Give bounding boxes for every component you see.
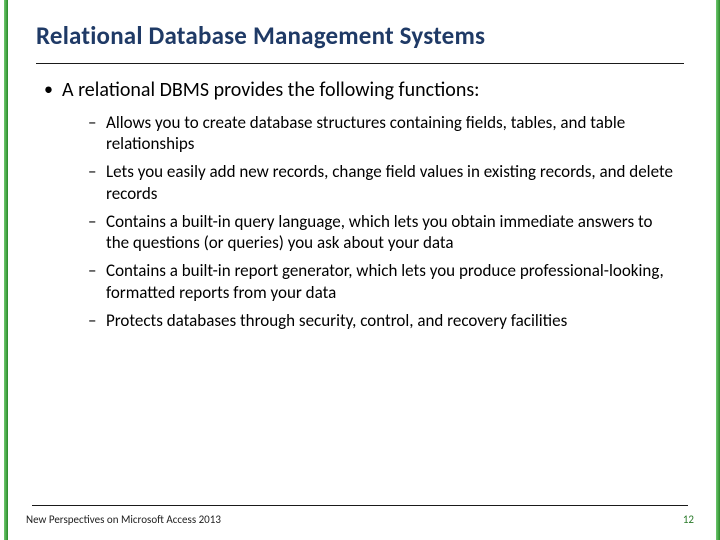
list-item-text: Protects databases through security, con… (106, 310, 567, 332)
list-item: – Contains a built-in report generator, … (88, 260, 676, 304)
list-item: – Allows you to create database structur… (88, 112, 676, 156)
list-item-text: Contains a built-in report generator, wh… (106, 260, 676, 304)
list-item: – Protects databases through security, c… (88, 310, 676, 332)
intro-text: A relational DBMS provides the following… (62, 78, 480, 104)
body-content: • A relational DBMS provides the followi… (12, 64, 708, 331)
dash-icon: – (88, 260, 106, 304)
list-item-text: Lets you easily add new records, change … (106, 161, 676, 205)
dash-icon: – (88, 310, 106, 332)
slide-border-right (712, 0, 720, 540)
slide-content: Relational Database Management Systems •… (8, 0, 712, 540)
dash-icon: – (88, 161, 106, 205)
dash-icon: – (88, 211, 106, 255)
list-item: – Contains a built-in query language, wh… (88, 211, 676, 255)
page-number: 12 (683, 513, 694, 526)
intro-bullet: • A relational DBMS provides the followi… (44, 78, 676, 104)
sub-bullet-list: – Allows you to create database structur… (44, 112, 676, 332)
title-block: Relational Database Management Systems (12, 0, 708, 57)
bullet-dot-icon: • (44, 78, 62, 104)
slide-border-left (0, 0, 8, 540)
slide-title: Relational Database Management Systems (36, 20, 684, 51)
dash-icon: – (88, 112, 106, 156)
footer-rule (32, 505, 688, 506)
list-item: – Lets you easily add new records, chang… (88, 161, 676, 205)
list-item-text: Allows you to create database structures… (106, 112, 676, 156)
list-item-text: Contains a built-in query language, whic… (106, 211, 676, 255)
footer-text: New Perspectives on Microsoft Access 201… (26, 513, 221, 526)
